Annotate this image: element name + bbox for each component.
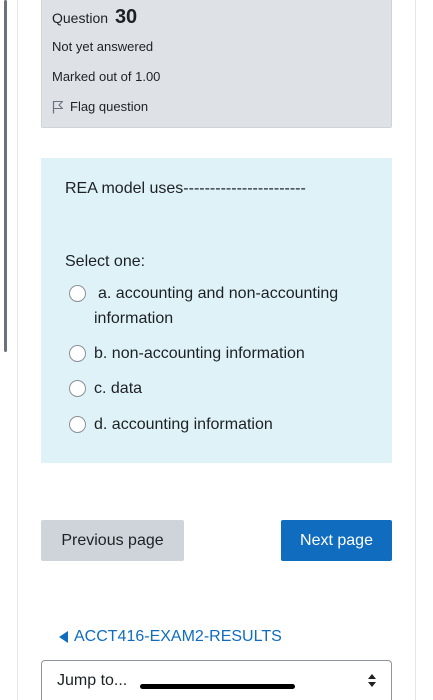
question-number: Question 30	[52, 6, 137, 29]
question-state: Not yet answered	[52, 39, 154, 54]
content-border-left	[17, 0, 18, 700]
question-grade: Marked out of 1.00	[52, 69, 161, 84]
answer-prompt: Select one:	[65, 253, 146, 270]
scroll-indicator	[4, 0, 7, 352]
previous-page-button[interactable]: Previous page	[41, 520, 184, 561]
flag-icon	[52, 100, 64, 113]
option-b-radio[interactable]	[69, 345, 86, 362]
option-b-label: b. non-accounting information	[94, 345, 305, 362]
flag-question-link[interactable]: Flag question	[52, 99, 148, 114]
next-page-button[interactable]: Next page	[281, 520, 392, 561]
results-link[interactable]: ACCT416-EXAM2-RESULTS	[59, 628, 282, 646]
option-a-radio[interactable]	[69, 285, 86, 302]
content-border-right	[415, 0, 416, 700]
question-number-label: Question	[52, 10, 109, 26]
option-a[interactable]: a. accounting and non-accounting informa…	[69, 281, 369, 331]
question-content: REA model uses----------------------- Se…	[41, 158, 392, 463]
results-link-label: ACCT416-EXAM2-RESULTS	[74, 628, 282, 645]
option-c[interactable]: c. data	[69, 376, 369, 401]
question-text: REA model uses-----------------------	[65, 180, 306, 197]
option-b[interactable]: b. non-accounting information	[69, 341, 369, 366]
select-arrows-icon	[368, 674, 376, 688]
option-d-radio[interactable]	[69, 416, 86, 433]
jump-to-label: Jump to...	[57, 672, 128, 689]
question-info-box: Question 30 Not yet answered Marked out …	[41, 0, 392, 128]
home-indicator	[140, 684, 295, 689]
option-d-label: d. accounting information	[94, 416, 273, 433]
option-d[interactable]: d. accounting information	[69, 412, 369, 437]
jump-to-select[interactable]: Jump to...	[41, 660, 392, 700]
question-number-value: 30	[114, 6, 138, 28]
flag-question-label: Flag question	[70, 99, 149, 114]
caret-left-icon	[59, 631, 68, 643]
quiz-page: Question 30 Not yet answered Marked out …	[0, 0, 433, 700]
option-c-label: c. data	[94, 380, 143, 397]
option-a-label: a. accounting and non-accounting informa…	[94, 285, 339, 327]
option-c-radio[interactable]	[69, 380, 86, 397]
